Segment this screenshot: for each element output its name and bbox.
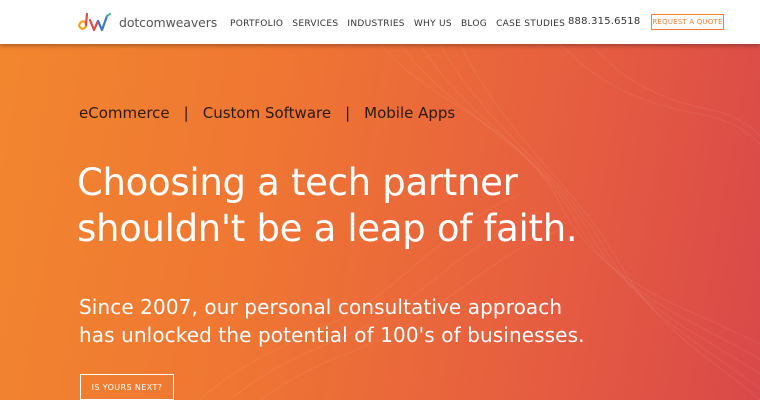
page: dotcomweavers PORTFOLIO SERVICES INDUSTR… (0, 0, 760, 400)
hero-headline: Choosing a tech partner shouldn't be a l… (77, 160, 737, 252)
nav-item-industries[interactable]: INDUSTRIES (347, 19, 404, 29)
is-yours-next-button[interactable]: IS YOURS NEXT? (80, 374, 174, 400)
site-header: dotcomweavers PORTFOLIO SERVICES INDUSTR… (0, 0, 760, 44)
category-ecommerce[interactable]: eCommerce (79, 104, 170, 122)
service-categories: eCommerce | Custom Software | Mobile App… (79, 104, 455, 122)
main-nav: PORTFOLIO SERVICES INDUSTRIES WHY US BLO… (230, 19, 574, 29)
headline-line-1: Choosing a tech partner (77, 161, 518, 204)
hero-subtext: Since 2007, our personal consultative ap… (79, 293, 719, 349)
phone-number[interactable]: 888.315.6518 (568, 16, 640, 27)
request-quote-button[interactable]: REQUEST A QUOTE (651, 14, 724, 30)
nav-item-case-studies[interactable]: CASE STUDIES (496, 19, 565, 29)
category-custom-software[interactable]: Custom Software (203, 104, 331, 122)
brand-name: dotcomweavers (119, 14, 218, 30)
nav-item-why-us[interactable]: WHY US (414, 19, 452, 29)
nav-item-portfolio[interactable]: PORTFOLIO (230, 19, 283, 29)
nav-item-blog[interactable]: BLOG (461, 19, 487, 29)
category-mobile-apps[interactable]: Mobile Apps (364, 104, 455, 122)
nav-item-services[interactable]: SERVICES (292, 19, 338, 29)
subtext-line-2: has unlocked the potential of 100's of b… (79, 323, 585, 347)
category-separator: | (345, 104, 351, 122)
dw-weave-logo-icon (77, 12, 112, 32)
category-separator: | (183, 104, 189, 122)
hero-banner: eCommerce | Custom Software | Mobile App… (0, 44, 760, 400)
subtext-line-1: Since 2007, our personal consultative ap… (79, 295, 563, 319)
brand-logo[interactable]: dotcomweavers (76, 11, 217, 33)
headline-line-2: shouldn't be a leap of faith. (77, 207, 578, 250)
